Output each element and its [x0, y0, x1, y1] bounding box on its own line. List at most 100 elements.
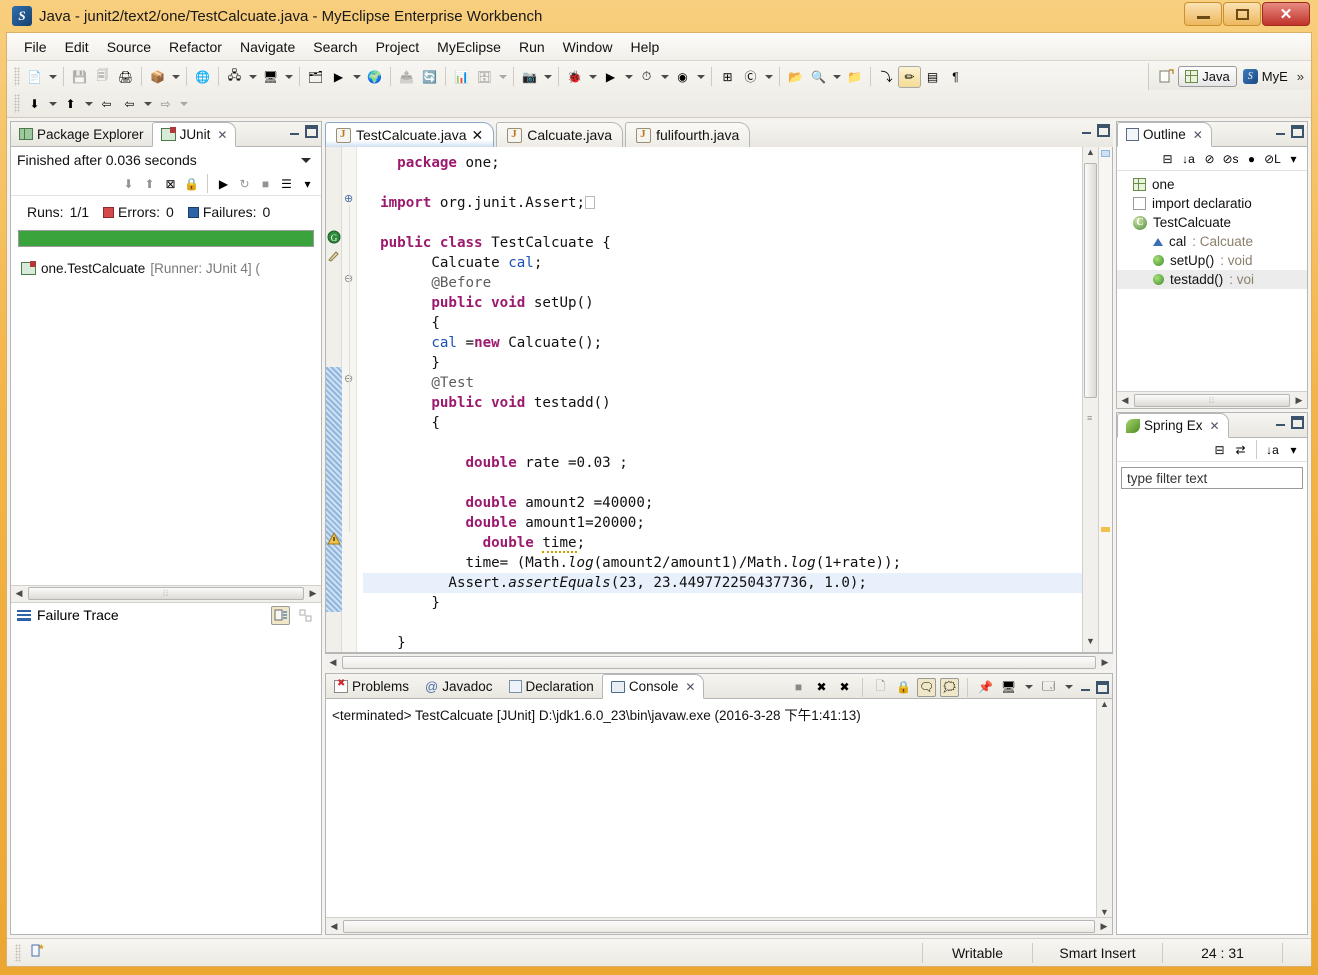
editor-tab-fulifourth[interactable]: fulifourth.java [625, 122, 751, 147]
run-icon[interactable]: ▶ [599, 66, 622, 88]
minimize-editor-icon[interactable] [1080, 124, 1093, 137]
minimize-view-icon[interactable] [1079, 681, 1092, 694]
outline-item-one[interactable]: one [1117, 175, 1307, 194]
maximize-view-icon[interactable] [1291, 125, 1304, 138]
scroll-thumb[interactable]: . [343, 919, 1095, 933]
filter-stack-trace-icon[interactable] [271, 605, 290, 625]
next-annotation-icon[interactable]: ⤵ [875, 66, 898, 88]
new-class-icon[interactable]: Ⓒ [739, 66, 762, 88]
save-icon[interactable]: 💾 [68, 66, 91, 88]
editor-vertical-scrollbar[interactable]: ▲ ≡ ▼ [1082, 147, 1098, 652]
manage-server-dropdown-arrow[interactable] [282, 66, 295, 88]
perspective-overflow-icon[interactable]: » [1294, 69, 1307, 84]
scroll-left-icon[interactable]: ◀ [1117, 395, 1133, 406]
minimize-view-icon[interactable] [1274, 416, 1287, 429]
coverage-icon[interactable]: ◉ [671, 66, 694, 88]
next-edit-dropdown-arrow[interactable] [46, 93, 59, 115]
scroll-right-icon[interactable]: ▶ [1291, 395, 1307, 406]
snapshot-icon[interactable]: 📷 [518, 66, 541, 88]
view-tab-package-explorer[interactable]: Package Explorer [11, 122, 152, 146]
scroll-left-icon[interactable]: ◀ [11, 588, 27, 599]
toggle-block-selection-icon[interactable]: ¶ [944, 66, 967, 88]
console-output-area[interactable]: <terminated> TestCalcuate [JUnit] D:\jdk… [326, 699, 1112, 917]
run-external-icon[interactable]: ⏱ [635, 66, 658, 88]
new-wizard-icon[interactable]: 📄 [23, 66, 46, 88]
maximize-button[interactable] [1223, 2, 1261, 26]
manage-server-icon[interactable]: 🖥 [259, 66, 282, 88]
scroll-thumb[interactable]: ⦙⦙ [28, 587, 304, 600]
test-history-icon[interactable]: ☰ [277, 174, 296, 193]
menu-help[interactable]: Help [621, 36, 668, 58]
view-menu-icon[interactable]: ▾ [1284, 440, 1303, 459]
breakpoint-overview-icon[interactable]: G [327, 230, 341, 247]
editor-folding-ruler[interactable]: ⊕ ⊖ ⊖ [342, 147, 357, 652]
editor-overview-ruler[interactable] [1098, 147, 1112, 652]
overview-marker[interactable] [1101, 150, 1110, 157]
show-failures-only-icon[interactable]: ⊠ [161, 174, 180, 193]
editor-horizontal-scrollbar[interactable]: ◀ . ▶ [325, 653, 1113, 670]
snapshot-dropdown-arrow[interactable] [541, 66, 554, 88]
toggle-markers-icon[interactable]: ✏ [898, 65, 921, 88]
scroll-right-icon[interactable]: ▶ [1097, 657, 1113, 668]
outline-tree[interactable]: one import declaratio C TestCalcuate cal : C… [1117, 171, 1307, 391]
maximize-view-icon[interactable] [1291, 416, 1304, 429]
next-edit-icon[interactable]: ⬇ [23, 93, 46, 115]
perspective-myeclipse[interactable]: S MyE [1237, 67, 1294, 86]
show-console-on-error-icon[interactable]: 🗯 [940, 677, 959, 697]
menu-navigate[interactable]: Navigate [231, 36, 304, 58]
display-selected-console-dropdown-arrow[interactable] [1022, 676, 1035, 698]
view-tab-console[interactable]: Console ✕ [601, 674, 705, 699]
display-selected-console-icon[interactable]: 🖥 [999, 678, 1018, 697]
forward-dropdown-arrow[interactable] [177, 93, 190, 115]
maximize-view-icon[interactable] [1096, 680, 1109, 694]
outline-tab-close-icon[interactable]: ✕ [1193, 128, 1203, 142]
previous-failure-icon[interactable]: ⬆ [140, 174, 159, 193]
deploy-icon[interactable]: 📦 [146, 66, 169, 88]
hide-static-icon[interactable]: ⊘s [1221, 149, 1240, 168]
new-server-dropdown-arrow[interactable] [246, 66, 259, 88]
outline-item-testadd[interactable]: testadd() : voi [1117, 270, 1307, 289]
menu-refactor[interactable]: Refactor [160, 36, 231, 58]
junit-tab-close-icon[interactable]: ✕ [217, 128, 227, 142]
back-dropdown-arrow[interactable] [141, 93, 154, 115]
outline-item-importdeclaratio[interactable]: import declaratio [1117, 194, 1307, 213]
fold-expand-icon[interactable]: ⊕ [344, 192, 353, 205]
next-failure-icon[interactable]: ⬇ [119, 174, 138, 193]
prev-edit-dropdown-arrow[interactable] [82, 93, 95, 115]
minimize-view-icon[interactable] [1274, 125, 1287, 138]
outline-item-testcalcuate[interactable]: C TestCalcuate [1117, 213, 1307, 232]
show-whitespace-icon[interactable]: ▤ [921, 66, 944, 88]
view-tab-junit[interactable]: JUnit ✕ [151, 122, 237, 147]
open-folder-icon[interactable]: 📁 [843, 66, 866, 88]
overview-warning-marker[interactable] [1101, 527, 1110, 532]
sync-icon[interactable]: 🔄 [418, 66, 441, 88]
new-class-dropdown-arrow[interactable] [762, 66, 775, 88]
maximize-editor-icon[interactable] [1097, 124, 1110, 137]
hide-non-public-icon[interactable]: ● [1242, 149, 1261, 168]
show-console-on-output-icon[interactable]: 🗨 [917, 677, 936, 697]
run-dropdown-arrow[interactable] [622, 66, 635, 88]
run-server-icon[interactable]: ▶ [327, 66, 350, 88]
open-console-dropdown-arrow[interactable] [1062, 676, 1075, 698]
rerun-test-icon[interactable]: ▶ [214, 174, 233, 193]
editor-tab-close-icon[interactable]: ✕ [472, 127, 484, 144]
open-resource-icon[interactable]: 📂 [784, 66, 807, 88]
coverage-dropdown-arrow[interactable] [694, 66, 707, 88]
view-tab-outline[interactable]: Outline ✕ [1117, 122, 1212, 147]
remove-all-terminated-icon[interactable]: ✖ [835, 678, 854, 697]
back-history-icon[interactable]: ⇦ [95, 93, 118, 115]
globe-icon[interactable]: 🌍 [363, 66, 386, 88]
view-tab-javadoc[interactable]: @ Javadoc [417, 674, 501, 698]
junit-tree-row[interactable]: one.TestCalcuate [Runner: JUnit 4] ( [17, 259, 321, 278]
collapse-all-icon[interactable]: ⊟ [1210, 440, 1229, 459]
spring-tree[interactable] [1117, 489, 1307, 934]
view-tab-spring-explorer[interactable]: Spring Ex ✕ [1117, 413, 1229, 438]
editor-tab-testcalcuate[interactable]: TestCalcuate.java ✕ [325, 122, 495, 147]
editor-annotation-ruler[interactable]: G [326, 147, 342, 652]
outline-item-setup[interactable]: setUp() : void [1117, 251, 1307, 270]
new-report-icon[interactable]: 📊 [450, 66, 473, 88]
open-console-icon[interactable]: 🗔 [1039, 678, 1058, 697]
open-type-icon[interactable]: 🗂 [304, 66, 327, 88]
new-wizard-dropdown-arrow[interactable] [46, 66, 59, 88]
junit-horizontal-scrollbar[interactable]: ◀ ⦙⦙ ▶ [11, 584, 321, 602]
